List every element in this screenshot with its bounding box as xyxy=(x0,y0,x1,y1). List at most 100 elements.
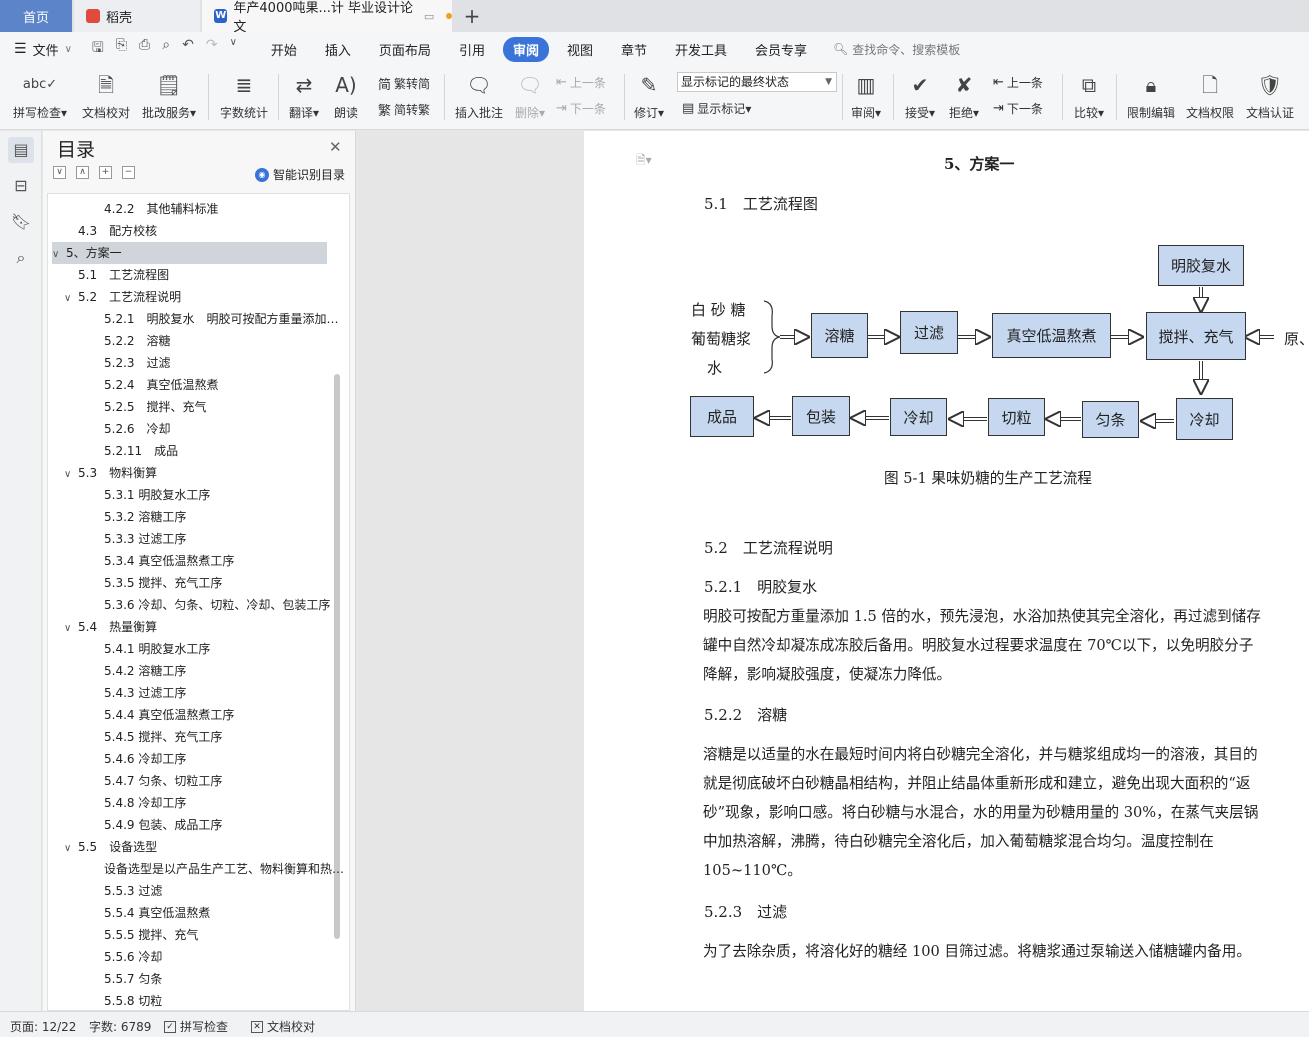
toc-item[interactable]: 5.5.6 冷却 xyxy=(48,946,346,968)
tab-daoke[interactable]: 稻壳 xyxy=(74,0,200,32)
review-pane-button[interactable]: ▥ 审阅▾ xyxy=(848,70,884,121)
toc-item[interactable]: ∨ 5.5 设备选型 xyxy=(48,836,346,858)
doc-permission-button[interactable]: 🗋 文档权限 xyxy=(1184,70,1236,121)
print-preview-icon[interactable]: ⌕ xyxy=(162,37,170,61)
toc-item[interactable]: 5.2.2 溶糖 xyxy=(48,330,346,352)
read-aloud-button[interactable]: A) 朗读 xyxy=(330,70,362,121)
search-icon[interactable]: ⌕ xyxy=(8,245,34,271)
ribbon-tab[interactable]: 开始 xyxy=(261,37,307,62)
toc-item[interactable]: 5.3.6 冷却、匀条、切粒、冷却、包装工序 xyxy=(48,594,346,616)
toc-item[interactable]: 4.2.2 其他辅料标准 xyxy=(48,198,346,220)
tab-home[interactable]: 首页 xyxy=(0,0,72,32)
markup-state-select[interactable]: 显示标记的最终状态 ▼ xyxy=(677,72,837,92)
doc-proof-button[interactable]: 🗎 文档校对 xyxy=(80,70,132,121)
toc-item[interactable]: ∨ 5、方案一 xyxy=(52,242,327,264)
smart-toc-button[interactable]: ◉ 智能识别目录 xyxy=(255,166,345,183)
next-change-button[interactable]: ⇥ 下一条 xyxy=(993,100,1043,117)
spell-check-button[interactable]: abc✓ 拼写检查▾ xyxy=(10,70,70,121)
track-changes-button[interactable]: ✎ 修订▾ xyxy=(632,70,666,121)
toc-item[interactable]: 5.5.8 切粒 xyxy=(48,990,346,1010)
toc-item[interactable]: 5.2.6 冷却 xyxy=(48,418,346,440)
show-markup-button[interactable]: ▤ 显示标记 ▾ xyxy=(682,100,751,117)
comment-service-button[interactable]: 🗒 批改服务▾ xyxy=(140,70,198,121)
toc-item[interactable]: 5.4.7 匀条、切粒工序 xyxy=(48,770,346,792)
toc-item[interactable]: 5.4.5 搅拌、充气工序 xyxy=(48,726,346,748)
toc-item[interactable]: 5.2.1 明胶复水 明胶可按配方重量添加1.5倍的水 xyxy=(48,308,346,330)
export-pdf-icon[interactable]: ⎘ xyxy=(116,37,127,61)
chevron-down-icon[interactable]: ∨ xyxy=(64,288,78,308)
toc-item[interactable]: 5.2.3 过滤 xyxy=(48,352,346,374)
collapse-all-icon[interactable]: ∧ xyxy=(76,166,89,179)
toc-panel-icon[interactable]: ▤ xyxy=(8,137,34,163)
new-tab-button[interactable]: + xyxy=(460,0,484,32)
tab-document[interactable]: W 年产4000吨果...计 毕业设计论文 ▭ xyxy=(202,0,452,35)
toc-item[interactable]: 5.4.3 过滤工序 xyxy=(48,682,346,704)
toc-item[interactable]: 5.2.5 搅拌、充气 xyxy=(48,396,346,418)
ribbon-tab[interactable]: 审阅 xyxy=(502,36,549,62)
insert-comment-button[interactable]: 🗨 插入批注 xyxy=(452,70,506,121)
word-count-button[interactable]: ≣ 字数统计 xyxy=(218,70,270,121)
toc-item[interactable]: 5.5.4 真空低温熬煮 xyxy=(48,902,346,924)
toc-item[interactable]: ∨ 5.4 热量衡算 xyxy=(48,616,346,638)
remove-heading-icon[interactable]: − xyxy=(122,166,135,179)
prev-comment-button[interactable]: ⇤ 上一条 xyxy=(556,74,606,91)
delete-comment-button[interactable]: 🗨 删除▾ xyxy=(512,70,548,121)
chevron-down-icon[interactable]: ∨ xyxy=(64,618,78,638)
ribbon-tab[interactable]: 会员专享 xyxy=(745,37,817,62)
add-heading-icon[interactable]: + xyxy=(99,166,112,179)
chevron-down-icon[interactable]: ∨ xyxy=(52,244,66,264)
document-page[interactable]: 🗎▾ 5、方案一 5.1 工艺流程图 白 砂 糖 葡萄糖浆 水 溶糖 过滤 真空… xyxy=(584,131,1309,1011)
toc-item[interactable]: 5.3.2 溶糖工序 xyxy=(48,506,346,528)
ribbon-tab[interactable]: 视图 xyxy=(557,37,603,62)
toc-item[interactable]: 5.4.6 冷却工序 xyxy=(48,748,346,770)
page-indicator[interactable]: 页面: 12/22 xyxy=(10,1018,76,1035)
command-search[interactable]: 🔍︎ 查找命令、搜索模板 xyxy=(833,41,960,58)
toc-item[interactable]: 4.3 配方校核 xyxy=(48,220,346,242)
ribbon-tab[interactable]: 开发工具 xyxy=(665,37,737,62)
ribbon-tab[interactable]: 插入 xyxy=(315,37,361,62)
toc-item[interactable]: 5.3.5 搅拌、充气工序 xyxy=(48,572,346,594)
reject-button[interactable]: ✘ 拒绝▾ xyxy=(946,70,982,121)
status-doc-proof[interactable]: ✕ 文档校对 xyxy=(251,1018,315,1035)
ribbon-tab[interactable]: 章节 xyxy=(611,37,657,62)
toc-item[interactable]: 5.1 工艺流程图 xyxy=(48,264,346,286)
status-spell-check[interactable]: ✓ 拼写检查 xyxy=(164,1018,228,1035)
ribbon-tab[interactable]: 页面布局 xyxy=(369,37,441,62)
toc-item[interactable]: 5.3.3 过滤工序 xyxy=(48,528,346,550)
toc-item[interactable]: 5.4.2 溶糖工序 xyxy=(48,660,346,682)
toc-item[interactable]: ∨ 5.3 物料衡算 xyxy=(48,462,346,484)
chevron-down-icon[interactable]: ∨ xyxy=(64,464,78,484)
simp-to-trad-button[interactable]: 繁简转繁 xyxy=(378,100,430,119)
accept-button[interactable]: ✔ 接受▾ xyxy=(902,70,938,121)
close-icon[interactable]: ✕ xyxy=(329,138,342,156)
prev-change-button[interactable]: ⇤ 上一条 xyxy=(993,74,1043,91)
more-chevron-icon[interactable]: ∨ xyxy=(230,37,237,61)
toc-item[interactable]: 5.2.4 真空低温熬煮 xyxy=(48,374,346,396)
toc-item[interactable]: 5.3.1 明胶复水工序 xyxy=(48,484,346,506)
undo-icon[interactable]: ↶ xyxy=(182,37,194,61)
toc-item[interactable]: 5.5.7 匀条 xyxy=(48,968,346,990)
ribbon-tab[interactable]: 引用 xyxy=(449,37,495,62)
toc-item[interactable]: 5.5.3 过滤 xyxy=(48,880,346,902)
bookmark-icon[interactable]: 🔖︎ xyxy=(8,209,34,235)
toc-item[interactable]: 5.2.11 成品 xyxy=(48,440,346,462)
toc-item[interactable]: ∨ 5.2 工艺流程说明 xyxy=(48,286,346,308)
toc-item[interactable]: 5.4.4 真空低温熬煮工序 xyxy=(48,704,346,726)
doc-certify-button[interactable]: 🛡︎ 文档认证 xyxy=(1243,70,1297,121)
restrict-edit-button[interactable]: 🔒︎ 限制编辑 xyxy=(1124,70,1178,121)
expand-all-icon[interactable]: ∨ xyxy=(53,166,66,179)
compare-button[interactable]: ⧉ 比较▾ xyxy=(1070,70,1108,121)
toc-item[interactable]: 5.5.5 搅拌、充气 xyxy=(48,924,346,946)
toc-item[interactable]: 5.4.1 明胶复水工序 xyxy=(48,638,346,660)
chevron-down-icon[interactable]: ∨ xyxy=(64,838,78,858)
trad-to-simp-button[interactable]: 简繁转简 xyxy=(378,74,430,93)
toc-item[interactable]: 设备选型是以产品生产工艺、物料衡算和热量衡算为依据 xyxy=(48,858,346,880)
save-icon[interactable]: 🖫 xyxy=(92,37,104,61)
translate-button[interactable]: ⇄ 翻译▾ xyxy=(286,70,322,121)
toc-item[interactable]: 5.3.4 真空低温熬煮工序 xyxy=(48,550,346,572)
redo-icon[interactable]: ↷ xyxy=(206,37,218,61)
file-menu-button[interactable]: ☰ 文件 ∨ xyxy=(14,40,72,59)
next-comment-button[interactable]: ⇥ 下一条 xyxy=(556,100,606,117)
nav-tree-icon[interactable]: ⊟ xyxy=(8,173,34,199)
toc-item[interactable]: 5.4.9 包装、成品工序 xyxy=(48,814,346,836)
